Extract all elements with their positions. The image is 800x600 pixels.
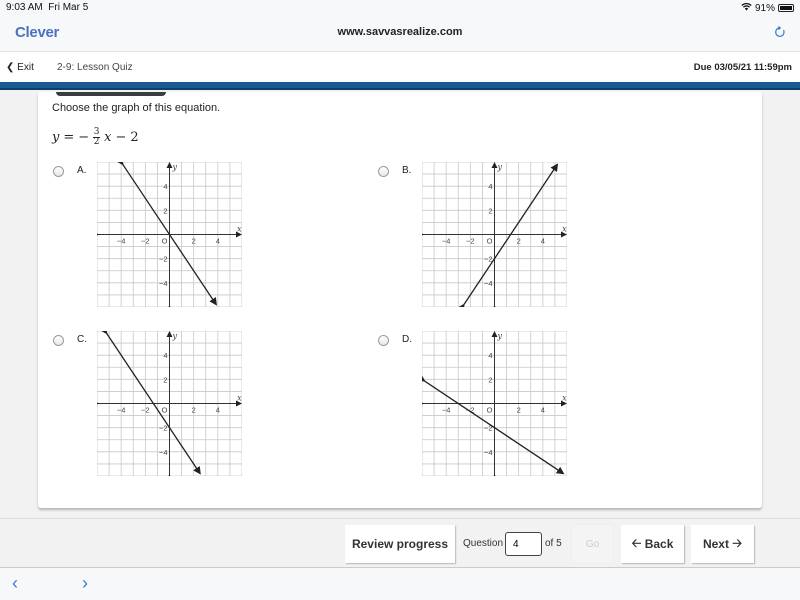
wifi-icon [741, 2, 752, 14]
arrow-right-icon: 🡢 [728, 535, 743, 550]
eq-var: x [104, 130, 112, 145]
eq-negative: − [78, 130, 90, 145]
y-tick-label: 2 [163, 375, 167, 384]
x-tick-label: −4 [117, 237, 126, 246]
graph-a: −4 −2 2 4 4 2 −2 −4 Ox y [97, 162, 242, 307]
battery-percent: 91% [754, 2, 775, 14]
x-tick-label: −2 [466, 237, 475, 246]
y-axis-label: y [497, 162, 503, 171]
x-tick-label: 2 [517, 406, 521, 415]
y-tick-label: 4 [488, 351, 492, 360]
x-tick-label: 4 [541, 237, 545, 246]
y-tick-label: −4 [484, 448, 493, 457]
question-number-input[interactable] [505, 532, 542, 556]
x-tick-label: 4 [216, 237, 220, 246]
header-divider [0, 82, 800, 90]
eq-lhs: y [52, 130, 60, 145]
browser-bar: Clever www.savvasrealize.com [0, 16, 800, 52]
ios-status-bar: 9:03 AM Fri Mar 5 91% [0, 0, 800, 16]
y-axis-label: y [172, 162, 178, 171]
browser-toolbar: ‹ › [0, 568, 800, 600]
quiz-footer: Review progress Question of 5 Go 🡠 Back … [0, 518, 800, 568]
y-tick-label: −4 [159, 448, 168, 457]
origin-label: O [487, 237, 493, 246]
question-total: of 5 [545, 538, 562, 549]
x-axis-label: x [562, 394, 567, 403]
y-tick-label: −2 [159, 424, 168, 433]
x-tick-label: −2 [141, 237, 150, 246]
equation: y = − 32 x − 2 [52, 128, 139, 147]
x-tick-label: 4 [216, 406, 220, 415]
y-axis-label: y [172, 331, 178, 340]
x-tick-label: −4 [117, 406, 126, 415]
graph-d: −4 −2 2 442−2−4Oxy [422, 331, 567, 476]
y-tick-label: 4 [488, 182, 492, 191]
graph-c: −4 −2 2 4 4 2 −2 −4 Ox y [97, 331, 242, 476]
y-tick-label: 4 [163, 351, 167, 360]
y-tick-label: 2 [488, 375, 492, 384]
eq-const: 2 [130, 130, 139, 145]
x-tick-label: 4 [541, 406, 545, 415]
eq-equals: = [63, 130, 75, 145]
y-tick-label: 2 [163, 206, 167, 215]
arrow-left-icon: 🡠 [631, 535, 645, 550]
origin-label: O [162, 406, 168, 415]
chevron-left-icon: ❮ [6, 62, 15, 73]
x-tick-label: 2 [192, 237, 196, 246]
y-tick-label: −4 [159, 279, 168, 288]
x-axis-label: x [237, 394, 242, 403]
y-tick-label: −4 [484, 279, 493, 288]
reload-icon[interactable] [774, 25, 786, 43]
eq-fraction: 32 [93, 127, 101, 147]
origin-label: O [162, 237, 168, 246]
x-tick-label: −4 [442, 237, 451, 246]
due-date: Due 03/05/21 11:59pm [693, 62, 792, 73]
y-tick-label: 2 [488, 206, 492, 215]
y-axis-label: y [497, 331, 503, 340]
x-tick-label: −2 [141, 406, 150, 415]
radio-b[interactable] [378, 166, 389, 177]
option-label: C. [77, 334, 87, 345]
y-tick-label: 4 [163, 182, 167, 191]
y-tick-label: −2 [484, 255, 493, 264]
exit-button[interactable]: ❮ Exit [6, 62, 34, 73]
question-label: Question [463, 538, 504, 549]
question-panel: Choose the graph of this equation. y = −… [38, 92, 762, 508]
option-label: A. [77, 165, 87, 176]
option-label: D. [402, 334, 412, 345]
radio-a[interactable] [53, 166, 64, 177]
origin-label: O [487, 406, 493, 415]
battery-icon [778, 4, 794, 12]
quiz-nav: ❮ Exit 2-9: Lesson Quiz Due 03/05/21 11:… [0, 52, 800, 82]
go-button[interactable]: Go [572, 525, 613, 563]
browser-back-icon[interactable]: ‹ [12, 573, 18, 594]
x-tick-label: 2 [517, 237, 521, 246]
graph-b: −4 −2 2 4 4 2 −2 −4 Ox y [422, 162, 567, 307]
y-tick-label: −2 [159, 255, 168, 264]
status-time: 9:03 AM Fri Mar 5 [6, 2, 89, 13]
x-tick-label: 2 [192, 406, 196, 415]
question-prompt: Choose the graph of this equation. [52, 102, 221, 114]
eq-minus: − [115, 130, 127, 145]
review-progress-button[interactable]: Review progress [345, 525, 455, 563]
radio-c[interactable] [53, 335, 64, 346]
url-display[interactable]: www.savvasrealize.com [0, 26, 800, 38]
browser-forward-icon[interactable]: › [82, 573, 88, 594]
x-axis-label: x [562, 225, 567, 234]
tab-indicator [56, 92, 166, 96]
back-button[interactable]: 🡠 Back [621, 525, 684, 563]
quiz-title: 2-9: Lesson Quiz [57, 62, 133, 73]
x-axis-label: x [237, 225, 242, 234]
x-tick-label: −4 [442, 406, 451, 415]
status-right: 91% [741, 2, 794, 14]
option-label: B. [402, 165, 412, 176]
next-button[interactable]: Next 🡢 [691, 525, 754, 563]
radio-d[interactable] [378, 335, 389, 346]
